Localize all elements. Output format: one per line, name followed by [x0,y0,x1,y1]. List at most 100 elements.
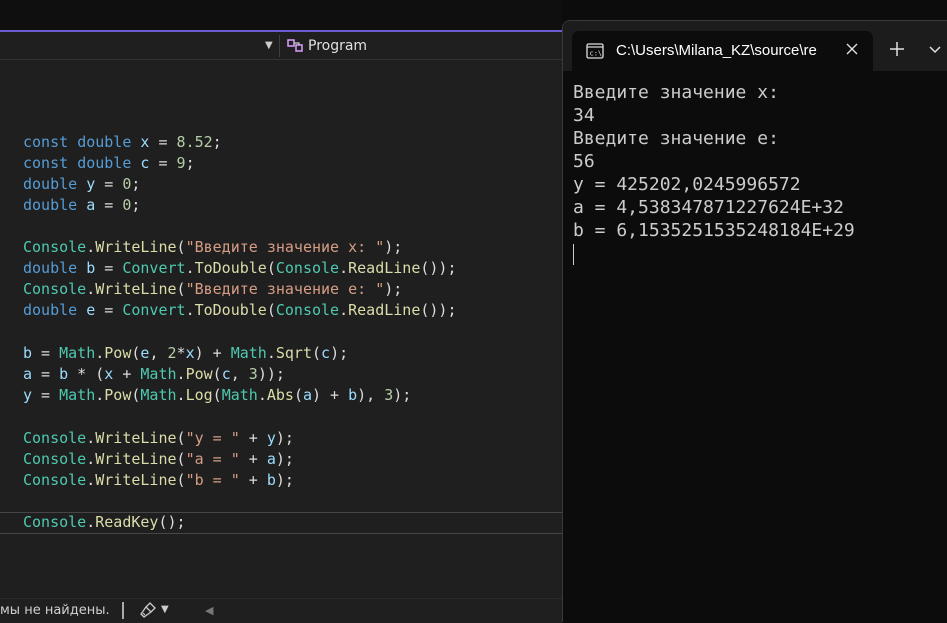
code-line[interactable]: Console.WriteLine("a = " + a); [23,449,294,470]
status-chevron-down-icon[interactable]: ▼ [161,604,169,615]
chevron-down-icon[interactable] [929,45,941,55]
code-line[interactable]: Console.WriteLine("y = " + y); [23,428,294,449]
scroll-left-icon[interactable]: ◀ [205,604,213,617]
code-token: ; [212,133,222,151]
code-area[interactable]: const double x = 8.52; const double c = 9… [0,60,562,542]
code-line[interactable]: a = b * (x + Math.Pow(c, 3)); [23,364,285,385]
navigation-bar: ▼ Program [0,30,562,60]
code-token: Math [59,344,96,362]
type-dropdown-chevron-icon[interactable]: ▼ [265,40,273,51]
code-token: = [95,196,123,214]
code-token: ( [176,429,186,447]
code-token: b [348,386,358,404]
code-line[interactable]: b = Math.Pow(e, 2*x) + Math.Sqrt(c); [23,343,348,364]
code-token: "Введите значение x: " [185,238,385,256]
code-token: ( [176,450,186,468]
code-token: WriteLine [95,280,177,298]
code-token: a [302,386,312,404]
code-token: Math [230,344,267,362]
code-token: )); [257,365,285,383]
terminal-line: y = 425202,0245996572 [573,174,801,195]
code-token: * [176,344,186,362]
close-icon[interactable] [844,41,860,57]
code-token: 2 [167,344,177,362]
svg-text:c:\: c:\ [590,50,603,58]
code-token: 9 [176,154,186,172]
code-token: Math [59,386,96,404]
member-class-icon [287,39,303,52]
code-token: ( [176,238,186,256]
code-line[interactable]: double a = 0; [23,195,140,216]
code-token: ReadLine [348,301,421,319]
code-token: ( [212,386,222,404]
code-editor[interactable]: ▼ Program const double x = 8.52; const do… [0,0,562,623]
code-token: ToDouble [194,259,267,277]
code-line[interactable]: const double c = 9; [23,153,195,174]
code-token: ); [384,238,403,256]
terminal-tab[interactable]: c:\ C:\Users\Milana_KZ\source\re [572,31,873,71]
code-token: + [239,429,267,447]
code-token: Console [23,450,87,468]
code-line[interactable]: Console.WriteLine("b = " + b); [23,470,294,491]
code-line[interactable]: double b = Convert.ToDouble(Console.Read… [23,258,457,279]
terminal-output[interactable]: Введите значение x: 34 Введите значение e:… [573,81,943,242]
code-token: Log [185,386,213,404]
terminal-window: c:\ C:\Users\Milana_KZ\source\re Введите… [562,20,947,622]
code-token: * ( [68,365,105,383]
code-line[interactable]: double y = 0; [23,174,140,195]
editor-status-bar: мы не найдены. ▼ ◀ [0,598,562,623]
code-token: . [86,450,96,468]
code-token: double [77,133,132,151]
code-token: ), [357,386,385,404]
code-token: . [95,386,105,404]
plus-icon[interactable] [889,41,905,57]
code-token: double [77,154,132,172]
code-token: "a = " [185,450,240,468]
code-token: ( [266,259,276,277]
code-line[interactable]: y = Math.Pow(Math.Log(Math.Abs(a) + b), … [23,385,411,406]
code-cleanup-brush-icon[interactable] [140,602,156,618]
terminal-tab-title: C:\Users\Milana_KZ\source\re [616,42,817,59]
code-token: c [221,365,231,383]
editor-top-strip [0,0,562,30]
code-token: x [104,365,114,383]
code-token: ; [131,196,141,214]
current-line-highlight [0,512,562,534]
code-token: double [23,196,78,214]
code-token: . [257,386,267,404]
code-token: "y = " [185,429,240,447]
code-token: double [23,259,78,277]
nav-divider [279,35,280,57]
code-token: ()); [420,259,457,277]
code-token: = [149,133,177,151]
terminal-titlebar: c:\ C:\Users\Milana_KZ\source\re [563,21,947,71]
code-token: a [266,450,276,468]
code-line[interactable]: Console.WriteLine("Введите значение x: "… [23,237,402,258]
code-token: . [185,259,195,277]
type-dropdown[interactable] [0,32,278,60]
member-dropdown-label[interactable]: Program [308,38,367,54]
status-message: мы не найдены. [0,603,110,618]
code-token: b [59,365,69,383]
code-token: WriteLine [95,471,177,489]
code-token: ); [384,280,403,298]
code-line[interactable]: Console.WriteLine("Введите значение e: "… [23,279,402,300]
code-token: b [266,471,276,489]
code-token: . [266,344,276,362]
code-token: , [230,365,249,383]
code-token: ()); [420,301,457,319]
code-token: Console [23,280,87,298]
code-token: "Введите значение e: " [185,280,385,298]
code-line[interactable]: double e = Convert.ToDouble(Console.Read… [23,300,457,321]
code-token: "b = " [185,471,240,489]
code-token: . [339,301,349,319]
code-token: Math [221,386,258,404]
code-token: ) + [194,344,231,362]
code-line[interactable]: const double x = 8.52; [23,132,222,153]
code-token: double [23,301,78,319]
code-token: ( [293,386,303,404]
terminal-line: 34 [573,105,595,126]
